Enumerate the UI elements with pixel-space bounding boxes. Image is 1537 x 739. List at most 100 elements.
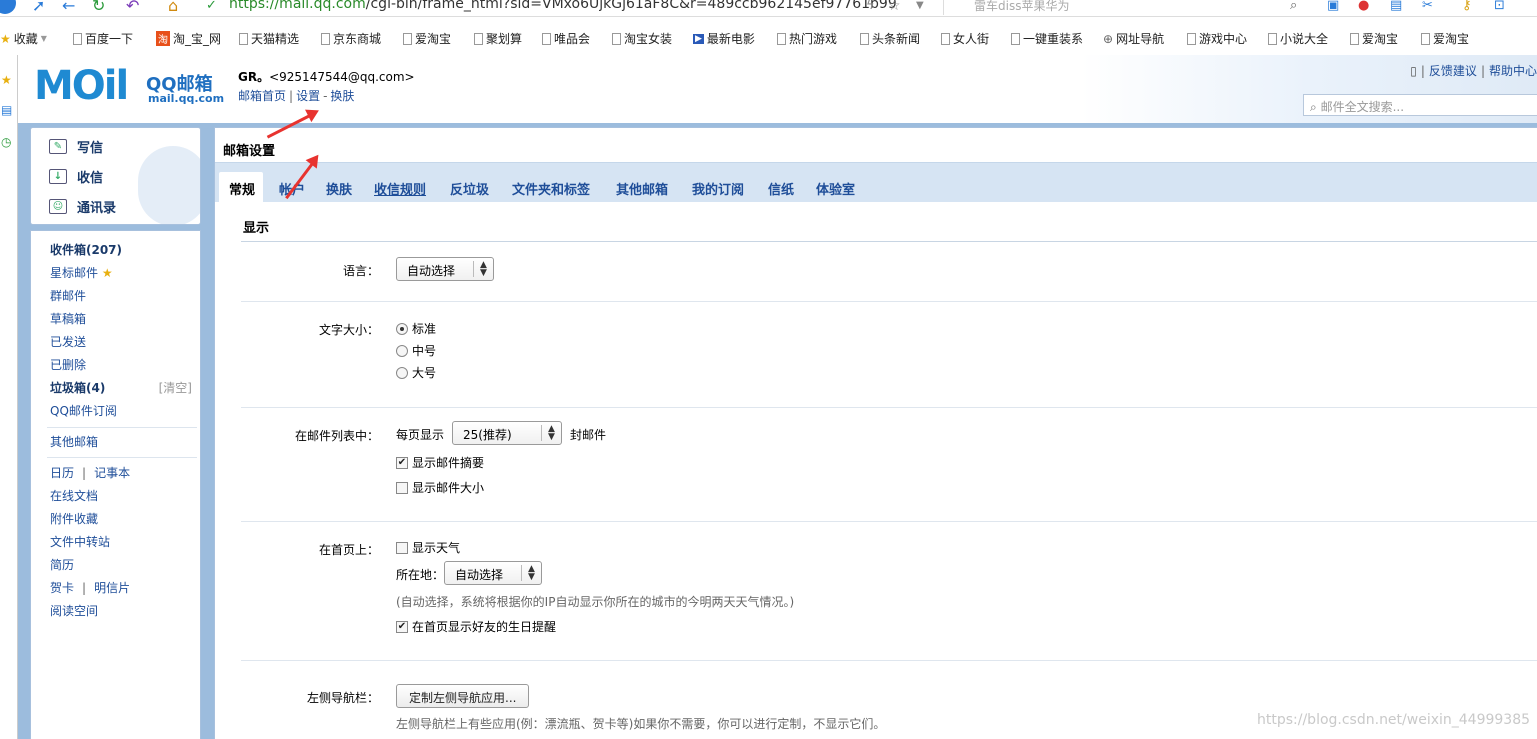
show-summary-checkbox[interactable]: ✔ 显示邮件摘要 <box>396 454 484 471</box>
file-transfer-link[interactable]: 文件中转站 <box>50 533 110 550</box>
tab-skin[interactable]: 换肤 <box>326 172 352 203</box>
bookmark-item[interactable]: 热门游戏 <box>777 30 837 47</box>
tab-subscriptions[interactable]: 我的订阅 <box>692 172 744 203</box>
search-placeholder: 邮件全文搜索... <box>1320 100 1405 114</box>
bookmark-item[interactable]: ⊕ 网址导航 <box>1103 30 1164 47</box>
tab-receive-rules[interactable]: 收信规则 <box>374 172 426 203</box>
qqmail-logo[interactable]: MOil <box>34 66 129 106</box>
show-size-checkbox[interactable]: 显示邮件大小 <box>396 479 484 496</box>
bookmark-item[interactable]: 唯品会 <box>542 30 590 47</box>
skin-link[interactable]: 换肤 <box>330 89 354 103</box>
bookmark-item[interactable]: 一键重装系 <box>1011 30 1083 47</box>
magnifier-icon[interactable]: ⌕ <box>1290 0 1297 15</box>
bookmark-label: 一键重装系 <box>1023 32 1084 46</box>
reader-icon[interactable]: ▤ <box>1 103 12 117</box>
bookmark-item[interactable]: 小说大全 <box>1268 30 1328 47</box>
folder-starred[interactable]: 星标邮件 ★ <box>50 264 113 281</box>
notes-link[interactable]: 记事本 <box>94 466 130 480</box>
mail-search-input[interactable]: ⌕ 邮件全文搜索... <box>1303 94 1537 116</box>
radio-icon <box>396 322 408 335</box>
back-icon[interactable]: ← <box>62 0 75 15</box>
tab-general[interactable]: 常规 <box>219 172 264 203</box>
customize-nav-button[interactable]: 定制左侧导航应用... <box>396 684 530 708</box>
per-page-select[interactable]: 25(推荐) ▲ ▼ <box>452 421 562 445</box>
folder-group[interactable]: 群邮件 <box>50 287 86 304</box>
bookmark-item[interactable]: 百度一下 <box>73 30 133 47</box>
tab-lab[interactable]: 体验室 <box>816 172 855 203</box>
show-weather-checkbox[interactable]: 显示天气 <box>396 539 460 556</box>
bookmark-label: 游戏中心 <box>1199 32 1248 46</box>
settings-link[interactable]: 设置 <box>296 89 320 103</box>
undo-icon[interactable]: ↶ <box>126 0 139 15</box>
tab-stationery[interactable]: 信纸 <box>768 172 794 203</box>
folder-inbox[interactable]: 收件箱(207) <box>50 241 122 258</box>
bookmark-item[interactable]: 女人街 <box>941 30 989 47</box>
extension-icon-3[interactable]: ▤ <box>1390 0 1402 15</box>
online-docs-link[interactable]: 在线文档 <box>50 487 98 504</box>
folder-spam[interactable]: 垃圾箱(4) <box>50 379 105 396</box>
bookmark-item[interactable]: 头条新闻 <box>860 30 920 47</box>
location-select[interactable]: 自动选择 ▲ ▼ <box>444 561 542 585</box>
star-icon: ★ <box>0 31 11 46</box>
tab-anti-spam[interactable]: 反垃圾 <box>450 172 489 203</box>
bookmark-favorites[interactable]: ★ 收藏 ▼ <box>0 30 47 47</box>
history-clock-icon[interactable]: ◷ <box>1 135 11 149</box>
scissors-icon[interactable]: ✂ <box>1422 0 1433 15</box>
bookmark-item[interactable]: 淘宝女装 <box>612 30 672 47</box>
bookmark-item[interactable]: 聚划算 <box>474 30 522 47</box>
font-size-standard[interactable]: 标准 <box>396 320 436 337</box>
mail-home-link[interactable]: 邮箱首页 <box>238 89 286 103</box>
taobao-icon: 淘 <box>156 31 170 46</box>
key-icon[interactable]: ⚷ <box>1462 0 1472 15</box>
per-page-prefix: 每页显示 <box>396 428 445 442</box>
folder-sent[interactable]: 已发送 <box>50 333 86 350</box>
font-size-medium[interactable]: 中号 <box>396 342 436 359</box>
bookmark-item[interactable]: 淘淘_宝_网 <box>156 30 221 47</box>
receive-button[interactable]: ↓ 收信 <box>49 167 103 186</box>
bookmark-item[interactable]: 爱淘宝 <box>1421 30 1469 47</box>
attachments-link[interactable]: 附件收藏 <box>50 510 98 527</box>
page-icon <box>403 32 412 45</box>
folder-deleted[interactable]: 已删除 <box>50 356 86 373</box>
favorites-star-icon[interactable]: ★ <box>1 73 12 87</box>
bookmark-item[interactable]: ▶ 最新电影 <box>693 30 755 47</box>
refresh-icon[interactable]: ↻ <box>92 0 105 15</box>
receive-download-icon: ↓ <box>49 169 67 184</box>
tab-folders-labels[interactable]: 文件夹和标签 <box>512 172 590 203</box>
feedback-link[interactable]: 反馈建议 <box>1429 64 1477 78</box>
bookmark-item[interactable]: 游戏中心 <box>1187 30 1247 47</box>
bookmark-item[interactable]: 爱淘宝 <box>1350 30 1398 47</box>
bookmark-label: 爱淘宝 <box>1433 32 1470 46</box>
language-select[interactable]: 自动选择 ▲ ▼ <box>396 257 494 281</box>
bookmark-item[interactable]: 京东商城 <box>321 30 381 47</box>
bookmark-item[interactable]: 天猫精选 <box>239 30 299 47</box>
mobile-icon[interactable]: ▯ <box>1410 64 1417 78</box>
lightning-icon[interactable]: ϟ <box>866 0 875 15</box>
folder-other-mailbox[interactable]: 其他邮箱 <box>50 433 98 450</box>
address-field[interactable]: https://mail.qq.com/cgi-bin/frame_html?s… <box>229 0 897 12</box>
bookmark-item[interactable]: 爱淘宝 <box>403 30 451 47</box>
show-birthday-checkbox[interactable]: ✔ 在首页显示好友的生日提醒 <box>396 618 556 635</box>
dropdown-icon[interactable]: ▼ <box>916 0 924 15</box>
font-size-large[interactable]: 大号 <box>396 364 436 381</box>
calendar-link[interactable]: 日历 <box>50 466 74 480</box>
help-link[interactable]: 帮助中心 <box>1489 64 1537 78</box>
contacts-button[interactable]: ☺ 通讯录 <box>49 197 116 216</box>
reading-space-link[interactable]: 阅读空间 <box>50 602 98 619</box>
extension-icon-2[interactable]: ● <box>1358 0 1369 15</box>
extension-icon-1[interactable]: ▣ <box>1327 0 1339 15</box>
clear-spam-link[interactable]: [清空] <box>159 379 192 396</box>
extension-icon-4[interactable]: ⊡ <box>1494 0 1505 15</box>
tab-other-mailbox[interactable]: 其他邮箱 <box>616 172 668 203</box>
forward-icon[interactable]: ➚ <box>32 0 45 15</box>
resume-link[interactable]: 简历 <box>50 556 74 573</box>
home-icon[interactable]: ⌂ <box>168 0 178 15</box>
browser-search-box[interactable]: 雷车diss苹果华为 <box>943 0 1303 15</box>
star-icon[interactable]: ☆ <box>888 0 901 15</box>
compose-button[interactable]: ✎ 写信 <box>49 137 103 156</box>
card-link[interactable]: 贺卡 <box>50 581 74 595</box>
bookmark-label: 爱淘宝 <box>1362 32 1399 46</box>
postcard-link[interactable]: 明信片 <box>94 581 130 595</box>
folder-drafts[interactable]: 草稿箱 <box>50 310 86 327</box>
folder-subscribe[interactable]: QQ邮件订阅 <box>50 402 117 419</box>
